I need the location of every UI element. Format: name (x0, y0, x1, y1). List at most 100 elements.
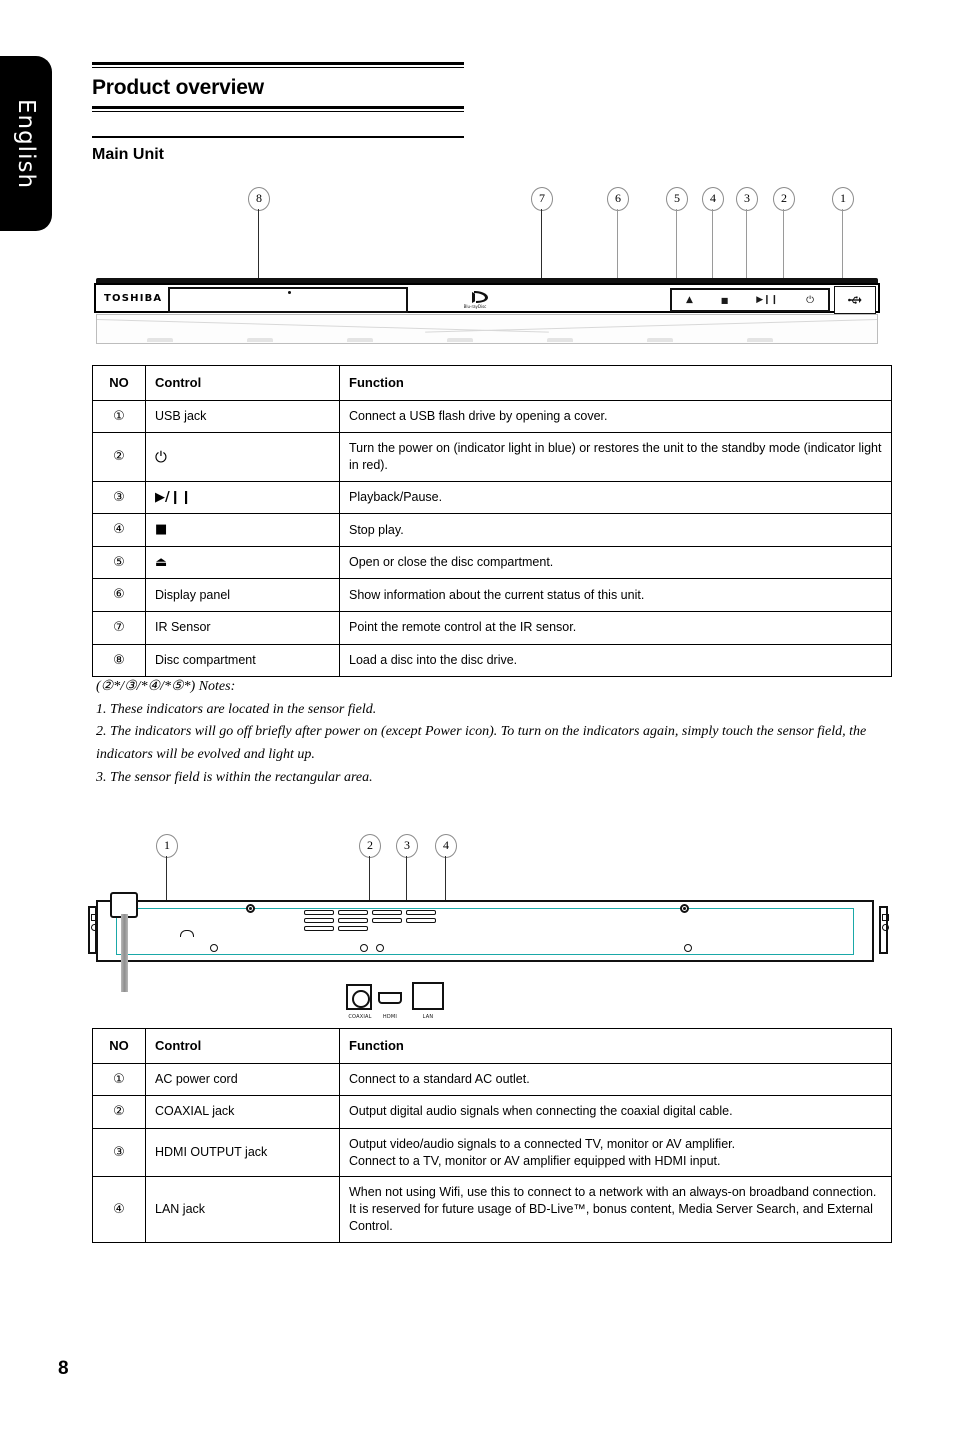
play-pause-icon: ▶/❙❙ (145, 480, 340, 515)
rear-vent-slot (406, 910, 436, 915)
rear-vent-slot (304, 926, 334, 931)
row-no: ⑦ (92, 611, 146, 645)
notes-block: (②*/③/*④/*⑤*) Notes: 1. These indicators… (96, 676, 896, 789)
row-no: ② (92, 1095, 146, 1129)
panel-hole (360, 944, 368, 952)
table-row: ⑦ IR Sensor Point the remote control at … (92, 611, 892, 645)
panel-hole (376, 944, 384, 952)
row-no: ⑧ (92, 643, 146, 678)
row-function: Playback/Pause. (339, 480, 892, 515)
bracket-square-mark (882, 914, 889, 921)
title-rule-top (92, 62, 464, 65)
row-function: Turn the power on (indicator light in bl… (339, 432, 892, 482)
touch-control-panel[interactable]: ▲ ■ ▶❙❙ ⏻ (670, 288, 830, 312)
shell-vent (247, 338, 273, 342)
front-panel-table: NO Control Function ① USB jack Connect a… (92, 365, 892, 678)
row-function: Show information about the current statu… (339, 578, 892, 613)
table-row: ② COAXIAL jack Output digital audio sign… (92, 1095, 892, 1129)
rear-callout-4: 4 (435, 834, 457, 858)
front-panel-figure: 8 7 6 5 4 3 2 1 TOSHIBA Blu-rayDisc ▲ ■ … (88, 182, 888, 357)
row-function: Connect to a standard AC outlet. (339, 1062, 892, 1097)
eject-icon[interactable]: ▲ (686, 295, 693, 305)
rear-panel-accent-outline (116, 908, 854, 955)
shell-vent (347, 338, 373, 342)
row-no: ④ (92, 513, 146, 547)
usb-icon (848, 296, 862, 304)
column-header-control: Control (145, 1028, 340, 1064)
rear-callout-1: 1 (156, 834, 178, 858)
callout-5: 5 (666, 187, 688, 211)
ac-power-cord (121, 914, 128, 992)
title-rule-bottom-thin (92, 111, 464, 112)
row-no: ① (92, 1062, 146, 1097)
front-panel-face: TOSHIBA Blu-rayDisc ▲ ■ ▶❙❙ ⏻ (94, 283, 880, 314)
shell-vent (547, 338, 573, 342)
row-no: ⑤ (92, 545, 146, 580)
row-control: LAN jack (145, 1176, 340, 1244)
callout-3: 3 (736, 187, 758, 211)
note-item-1: 1. These indicators are located in the s… (96, 701, 377, 717)
row-no: ④ (92, 1176, 146, 1244)
stop-icon: ■ (145, 513, 340, 547)
callout-7: 7 (531, 187, 553, 211)
power-icon: ⏻ (145, 432, 340, 482)
row-function: Stop play. (339, 513, 892, 547)
row-control: COAXIAL jack (145, 1095, 340, 1129)
coaxial-port-label: COAXIAL (348, 1014, 372, 1020)
row-function: Point the remote control at the IR senso… (339, 611, 892, 645)
row-function: Load a disc into the disc drive. (339, 643, 892, 678)
lan-jack[interactable] (412, 982, 444, 1010)
row-control: USB jack (145, 399, 340, 434)
bracket-circle-mark (882, 924, 889, 931)
bluray-disc-logo: Blu-rayDisc (460, 289, 504, 311)
rear-callout-2: 2 (359, 834, 381, 858)
panel-notch (180, 930, 194, 937)
play-pause-icon[interactable]: ▶❙❙ (756, 295, 778, 305)
row-no: ⑥ (92, 578, 146, 613)
stop-icon[interactable]: ■ (721, 296, 729, 305)
svg-text:Blu-rayDisc: Blu-rayDisc (464, 304, 487, 309)
callout-8: 8 (248, 187, 270, 211)
table-row: ⑥ Display panel Show information about t… (92, 578, 892, 613)
title-rule-bottom (92, 106, 464, 109)
column-header-no: NO (92, 1028, 146, 1064)
language-tab: English (0, 56, 52, 231)
rear-vent-slot (338, 910, 368, 915)
row-no: ③ (92, 480, 146, 515)
toshiba-logo: TOSHIBA (104, 293, 163, 304)
table-row: ⑧ Disc compartment Load a disc into the … (92, 643, 892, 678)
row-no: ③ (92, 1127, 146, 1178)
row-control: Display panel (145, 578, 340, 613)
row-control: HDMI OUTPUT jack (145, 1127, 340, 1178)
row-no: ① (92, 399, 146, 434)
table-row: ⑤ ⏏ Open or close the disc compartment. (92, 545, 892, 580)
note-item-3: 3. The sensor field is within the rectan… (96, 769, 373, 785)
table-row: ③ ▶/❙❙ Playback/Pause. (92, 480, 892, 515)
hdmi-output-jack[interactable] (378, 992, 402, 1004)
row-control: AC power cord (145, 1062, 340, 1097)
row-control: IR Sensor (145, 611, 340, 645)
column-header-no: NO (92, 365, 146, 401)
language-tab-label: English (13, 98, 39, 189)
power-icon[interactable]: ⏻ (806, 295, 814, 306)
table-row: ③ HDMI OUTPUT jack Output video/audio si… (92, 1127, 892, 1178)
rear-vent-slot (338, 926, 368, 931)
usb-jack-cover[interactable] (834, 286, 876, 314)
shell-vent (447, 338, 473, 342)
rear-panel-illustration (96, 900, 874, 962)
shell-highlight-right (424, 319, 877, 333)
row-no: ② (92, 432, 146, 482)
row-function: Output digital audio signals when connec… (339, 1095, 892, 1129)
rear-vent-slot (372, 910, 402, 915)
row-function: Connect a USB flash drive by opening a c… (339, 399, 892, 434)
table-header-row: NO Control Function (92, 365, 892, 401)
row-function: Output video/audio signals to a connecte… (339, 1127, 892, 1178)
coaxial-jack[interactable] (346, 984, 372, 1010)
rear-panel-table: NO Control Function ① AC power cord Conn… (92, 1028, 892, 1244)
rear-vent-slot (338, 918, 368, 923)
table-row: ① USB jack Connect a USB flash drive by … (92, 399, 892, 434)
shell-vent (747, 338, 773, 342)
callout-6: 6 (607, 187, 629, 211)
shell-vent (647, 338, 673, 342)
eject-icon: ⏏ (145, 545, 340, 580)
